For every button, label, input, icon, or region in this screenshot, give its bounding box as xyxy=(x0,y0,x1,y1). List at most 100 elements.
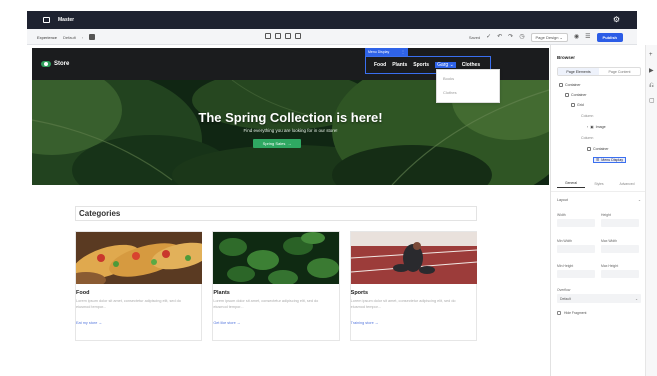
height-label: Height xyxy=(601,213,611,217)
chevron-down-icon: ⌄ xyxy=(635,296,638,301)
max-width-label: Max Width xyxy=(601,239,618,243)
image-icon: ▣ xyxy=(590,125,594,129)
hero-subtitle: Find everything you are looking for in o… xyxy=(243,128,338,133)
category-desc-plants: Lorem ipsum dolor sit amet, consectetur … xyxy=(213,299,319,309)
settings-icon[interactable]: ☰ xyxy=(585,34,590,40)
toolbar-actions: Saved ✓ ↶ ↷ ◷ Page Design ⌄ ◉ ☰ Publish xyxy=(469,32,623,42)
container-icon xyxy=(565,93,569,97)
nav-link-sports[interactable]: Sports xyxy=(413,62,429,68)
hide-fragment-row[interactable]: Hide Fragment xyxy=(557,311,586,315)
tab-general[interactable]: General xyxy=(557,179,585,188)
tree-node-menu-display[interactable]: ☰ Menu Display xyxy=(593,157,627,163)
category-title-sports: Sports xyxy=(350,290,369,296)
gear-icon[interactable]: ⚙ xyxy=(613,15,620,24)
tab-page-content[interactable]: Page Content xyxy=(599,68,640,75)
width-input[interactable] xyxy=(557,219,595,227)
spring-sales-label: Spring Sales xyxy=(262,141,286,146)
category-title-plants: Plants xyxy=(213,290,230,296)
add-icon[interactable]: + xyxy=(649,52,653,58)
top-bar: Master ⚙ xyxy=(27,11,637,29)
store-logo-icon xyxy=(41,61,51,67)
drag-handle-icon[interactable]: ⋮ xyxy=(401,50,405,54)
preview-icon[interactable]: ◉ xyxy=(574,34,579,40)
phone-icon[interactable] xyxy=(295,33,301,39)
category-link-sports[interactable]: Training store → xyxy=(351,321,379,325)
tree-node-label: Menu Display xyxy=(601,158,624,162)
tree-node-container-inner[interactable]: Container xyxy=(587,147,609,151)
min-height-label: Min Height xyxy=(557,264,574,268)
title-wrap: Master xyxy=(43,17,74,23)
undo-icon[interactable]: ↶ xyxy=(497,34,502,40)
layout-label: Layout xyxy=(557,198,568,202)
overflow-select[interactable]: Default ⌄ xyxy=(557,294,641,303)
categories-title: Categories xyxy=(79,209,121,218)
spring-sales-button[interactable]: Spring Sales → xyxy=(253,139,301,148)
layout-section[interactable]: Layout ⌄ xyxy=(557,198,641,202)
page-design-dropdown[interactable]: Page Design ⌄ xyxy=(530,32,568,42)
tree-node-column-2[interactable]: Column xyxy=(581,136,593,140)
category-title-food: Food xyxy=(76,290,90,296)
tree-node-container[interactable]: Container xyxy=(559,83,581,87)
min-width-input[interactable] xyxy=(557,245,595,253)
hide-fragment-checkbox[interactable] xyxy=(557,311,561,315)
max-width-input[interactable] xyxy=(601,245,639,253)
tab-styles[interactable]: Styles xyxy=(585,179,613,188)
sidebar-toggle-icon[interactable] xyxy=(43,17,50,23)
side-icon-strip: + ▶ ⎌ ▢ xyxy=(645,45,657,376)
nav-link-plants[interactable]: Plants xyxy=(392,62,407,68)
page-canvas: Store Menu Display ⋮ Food Plants Sports … xyxy=(30,45,550,376)
category-cards: Food Lorem ipsum dolor sit amet, consect… xyxy=(75,231,477,341)
chevron-down-icon: ⌄ xyxy=(559,34,563,40)
device-switcher xyxy=(265,33,301,39)
category-card-food[interactable]: Food Lorem ipsum dolor sit amet, consect… xyxy=(75,231,203,341)
category-link-plants[interactable]: Get like store → xyxy=(213,321,240,325)
tablet-landscape-icon[interactable] xyxy=(275,33,281,39)
experience-selector[interactable]: Experience Default › xyxy=(37,34,96,40)
menu-icon: ☰ xyxy=(596,158,600,162)
nav-link-more[interactable]: Garg ⌄ xyxy=(435,62,456,68)
category-card-sports[interactable]: Sports Lorem ipsum dolor sit amet, conse… xyxy=(349,231,477,341)
redo-icon[interactable]: ↷ xyxy=(508,34,513,40)
tablet-icon[interactable] xyxy=(285,33,291,39)
max-height-input[interactable] xyxy=(601,270,639,278)
height-input[interactable] xyxy=(601,219,639,227)
menu-display-tag-label: Menu Display xyxy=(368,50,390,54)
layers-icon[interactable]: ▢ xyxy=(649,98,655,104)
plants-image xyxy=(213,232,340,284)
chevron-down-icon: ⌄ xyxy=(637,198,641,202)
tab-page-elements[interactable]: Page Elements xyxy=(558,68,599,75)
editor-toolbar: Experience Default › Saved ✓ ↶ ↷ ◷ Page … xyxy=(27,29,637,45)
category-link-food[interactable]: Eat my store → xyxy=(76,321,102,325)
tree-node-image[interactable]: › ▣ Image xyxy=(587,125,606,129)
categories-header[interactable]: Categories xyxy=(75,206,477,221)
dropdown-item-clothes[interactable]: Clothes xyxy=(443,90,457,95)
min-width-label: Min Width xyxy=(557,239,573,243)
page-title: Master xyxy=(58,17,75,23)
history-icon[interactable]: ◷ xyxy=(519,34,524,40)
min-height-input[interactable] xyxy=(557,270,595,278)
tab-advanced[interactable]: Advanced xyxy=(613,179,641,188)
site-brand[interactable]: Store xyxy=(41,61,69,67)
tree-node-label: Column xyxy=(581,114,594,118)
category-card-plants[interactable]: Plants Lorem ipsum dolor sit amet, conse… xyxy=(212,231,340,341)
menu-display-tag[interactable]: Menu Display ⋮ xyxy=(365,48,408,56)
saved-status: Saved xyxy=(468,34,481,40)
brush-icon[interactable]: ⎌ xyxy=(649,83,654,89)
experience-value[interactable]: Default xyxy=(63,35,76,40)
experience-label: Experience xyxy=(37,34,58,40)
screen-icon[interactable] xyxy=(89,34,96,40)
tree-node-column[interactable]: Column xyxy=(581,114,593,118)
publish-button[interactable]: Publish xyxy=(596,32,623,42)
nav-link-food[interactable]: Food xyxy=(374,62,386,68)
nav-link-clothes[interactable]: Clothes xyxy=(462,62,480,68)
arrow-right-icon: → xyxy=(287,141,292,146)
desktop-icon[interactable] xyxy=(265,33,271,39)
dropdown-item-books[interactable]: Books xyxy=(443,76,454,81)
tree-node-container-child[interactable]: Container xyxy=(565,93,587,97)
tree-node-label: Container xyxy=(571,93,587,97)
play-icon[interactable]: ▶ xyxy=(649,68,654,74)
overflow-value: Default xyxy=(560,296,571,301)
tree-node-grid[interactable]: Grid xyxy=(571,103,584,107)
container-icon xyxy=(559,83,563,87)
brand-name: Store xyxy=(54,61,70,67)
